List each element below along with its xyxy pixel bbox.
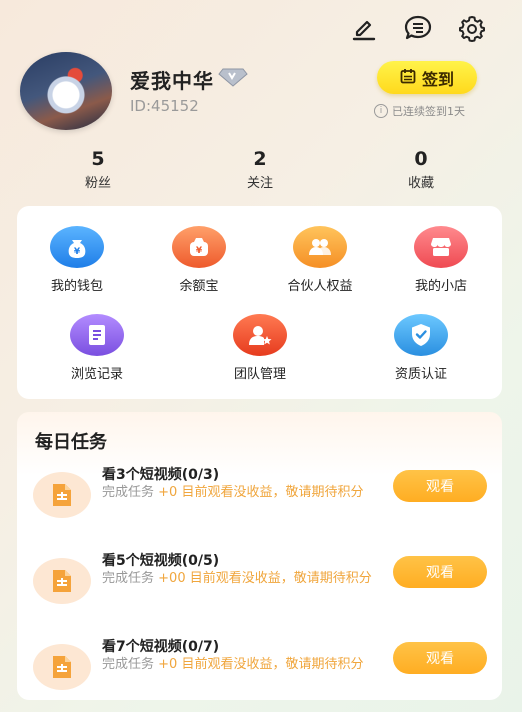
team-icon (233, 314, 287, 356)
message-icon[interactable] (402, 12, 434, 44)
task-item: 看3个短视频(0/3) 完成任务 +0 目前观看没收益，敬请期待积分 观看 (17, 464, 502, 528)
task-description: 完成任务 +0 目前观看没收益，敬请期待积分 (102, 656, 392, 673)
menu-item-label: 我的钱包 (50, 279, 103, 294)
shop-icon (414, 226, 468, 268)
svg-text:¥: ¥ (196, 246, 203, 256)
stat-following-label: 关注 (246, 176, 273, 191)
streak-text: 已连续签到1天 (392, 105, 465, 118)
daily-tasks-title: 每日任务 (35, 432, 107, 453)
menu-item-label: 余额宝 (179, 279, 219, 294)
checkin-button[interactable]: 签到 (377, 61, 477, 94)
menu-item-label: 团队管理 (233, 367, 286, 382)
settings-icon[interactable] (456, 12, 488, 44)
stat-fans-label: 粉丝 (84, 176, 111, 191)
menu-item-label: 资质认证 (394, 367, 447, 382)
menu-item-label: 合伙人权益 (287, 279, 353, 294)
history-icon (70, 314, 124, 356)
wallet-icon: ¥ (50, 226, 104, 268)
task-item: 看5个短视频(0/5) 完成任务 +00 目前观看没收益，敬请期待积分 观看 (17, 550, 502, 614)
task-prefix: 完成任务 (102, 485, 155, 500)
username: 爱我中华 (130, 65, 248, 94)
watch-button[interactable]: 观看 (393, 642, 487, 674)
task-reward: +0 目前观看没收益，敬请期待积分 (158, 657, 364, 672)
stat-following[interactable]: 2 关注 (220, 148, 300, 191)
info-icon: i (374, 104, 388, 118)
money-bag-icon: ¥ (172, 226, 226, 268)
user-id: ID:45152 (130, 97, 199, 115)
feature-menu: ¥ 我的钱包 ¥ 余额宝 合伙人权益 我的小店 浏览记录 团队管理 资质认证 (17, 206, 502, 399)
stat-favorites[interactable]: 0 收藏 (381, 148, 461, 191)
task-reward: +0 目前观看没收益，敬请期待积分 (158, 485, 364, 500)
edit-icon[interactable] (348, 12, 380, 44)
task-description: 完成任务 +0 目前观看没收益，敬请期待积分 (102, 484, 392, 501)
top-toolbar (348, 12, 488, 44)
menu-item-label: 我的小店 (414, 279, 467, 294)
username-text: 爱我中华 (130, 69, 214, 93)
checkin-label: 签到 (421, 69, 454, 89)
stat-favorites-label: 收藏 (407, 176, 434, 191)
daily-tasks-card: 每日任务 看3个短视频(0/3) 完成任务 +0 目前观看没收益，敬请期待积分 … (17, 412, 502, 700)
task-name: 看3个短视频(0/3) (102, 467, 220, 483)
stat-following-value: 2 (253, 148, 267, 170)
stat-fans[interactable]: 5 粉丝 (58, 148, 138, 191)
calendar-icon (400, 68, 416, 88)
task-document-icon (33, 472, 91, 518)
menu-item-label: 浏览记录 (70, 367, 123, 382)
certify-icon (394, 314, 448, 356)
task-reward: +00 目前观看没收益，敬请期待积分 (158, 571, 372, 586)
menu-item-history[interactable]: 浏览记录 (47, 314, 147, 382)
partner-icon (293, 226, 347, 268)
stat-fans-value: 5 (91, 148, 105, 170)
svg-text:¥: ¥ (74, 247, 81, 257)
streak-info: i 已连续签到1天 (374, 103, 465, 119)
watch-button[interactable]: 观看 (393, 470, 487, 502)
task-document-icon (33, 558, 91, 604)
task-prefix: 完成任务 (102, 657, 155, 672)
task-prefix: 完成任务 (102, 571, 155, 586)
menu-item-wallet[interactable]: ¥ 我的钱包 (27, 226, 127, 294)
menu-item-team[interactable]: 团队管理 (210, 314, 310, 382)
task-name: 看5个短视频(0/5) (102, 553, 220, 569)
task-document-icon (33, 644, 91, 690)
stats-row: 5 粉丝 2 关注 0 收藏 (0, 148, 522, 194)
task-description: 完成任务 +00 目前观看没收益，敬请期待积分 (102, 570, 392, 587)
task-name: 看7个短视频(0/7) (102, 639, 220, 655)
diamond-badge-icon (218, 67, 248, 92)
watch-button[interactable]: 观看 (393, 556, 487, 588)
menu-item-partner[interactable]: 合伙人权益 (270, 226, 370, 294)
menu-item-shop[interactable]: 我的小店 (391, 226, 491, 294)
menu-item-certify[interactable]: 资质认证 (371, 314, 471, 382)
stat-favorites-value: 0 (414, 148, 428, 170)
task-item: 看7个短视频(0/7) 完成任务 +0 目前观看没收益，敬请期待积分 观看 (17, 636, 502, 700)
menu-item-balance[interactable]: ¥ 余额宝 (149, 226, 249, 294)
avatar[interactable] (20, 52, 112, 130)
